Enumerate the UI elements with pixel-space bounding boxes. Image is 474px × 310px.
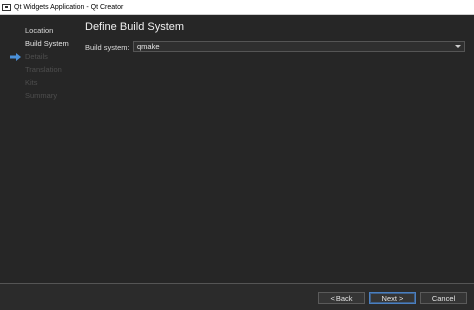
wizard-steps-sidebar: Location Build System Details Translatio… — [0, 15, 73, 283]
app-window-icon — [2, 3, 11, 11]
page-title: Define Build System — [85, 21, 185, 33]
wizard-window: Qt Widgets Application - Qt Creator Loca… — [0, 0, 474, 310]
back-button[interactable]: < Back — [318, 292, 365, 304]
step-build-system: Build System — [25, 39, 69, 48]
right-arrow-icon — [10, 53, 21, 61]
next-button[interactable]: Next > — [369, 292, 416, 304]
window-title: Qt Widgets Application - Qt Creator — [14, 3, 124, 11]
cancel-button[interactable]: Cancel — [420, 292, 467, 304]
next-button-label: Next > — [381, 293, 404, 303]
back-arrow-icon: < — [330, 293, 335, 303]
wizard-page: Define Build System Build system: qmake — [73, 15, 474, 283]
title-bar: Qt Widgets Application - Qt Creator — [0, 0, 474, 15]
step-details: Details — [25, 52, 48, 61]
step-location: Location — [25, 26, 54, 35]
step-summary: Summary — [25, 91, 58, 100]
back-button-label: Back — [335, 293, 353, 303]
cancel-button-label: Cancel — [431, 293, 456, 303]
wizard-button-bar: < Back Next > Cancel — [0, 283, 474, 310]
step-translation: Translation — [25, 65, 62, 74]
build-system-label: Build system: — [85, 43, 130, 52]
chevron-down-icon — [455, 45, 461, 48]
build-system-select[interactable]: qmake — [133, 41, 465, 52]
step-kits: Kits — [25, 78, 38, 87]
build-system-value: qmake — [137, 42, 160, 51]
